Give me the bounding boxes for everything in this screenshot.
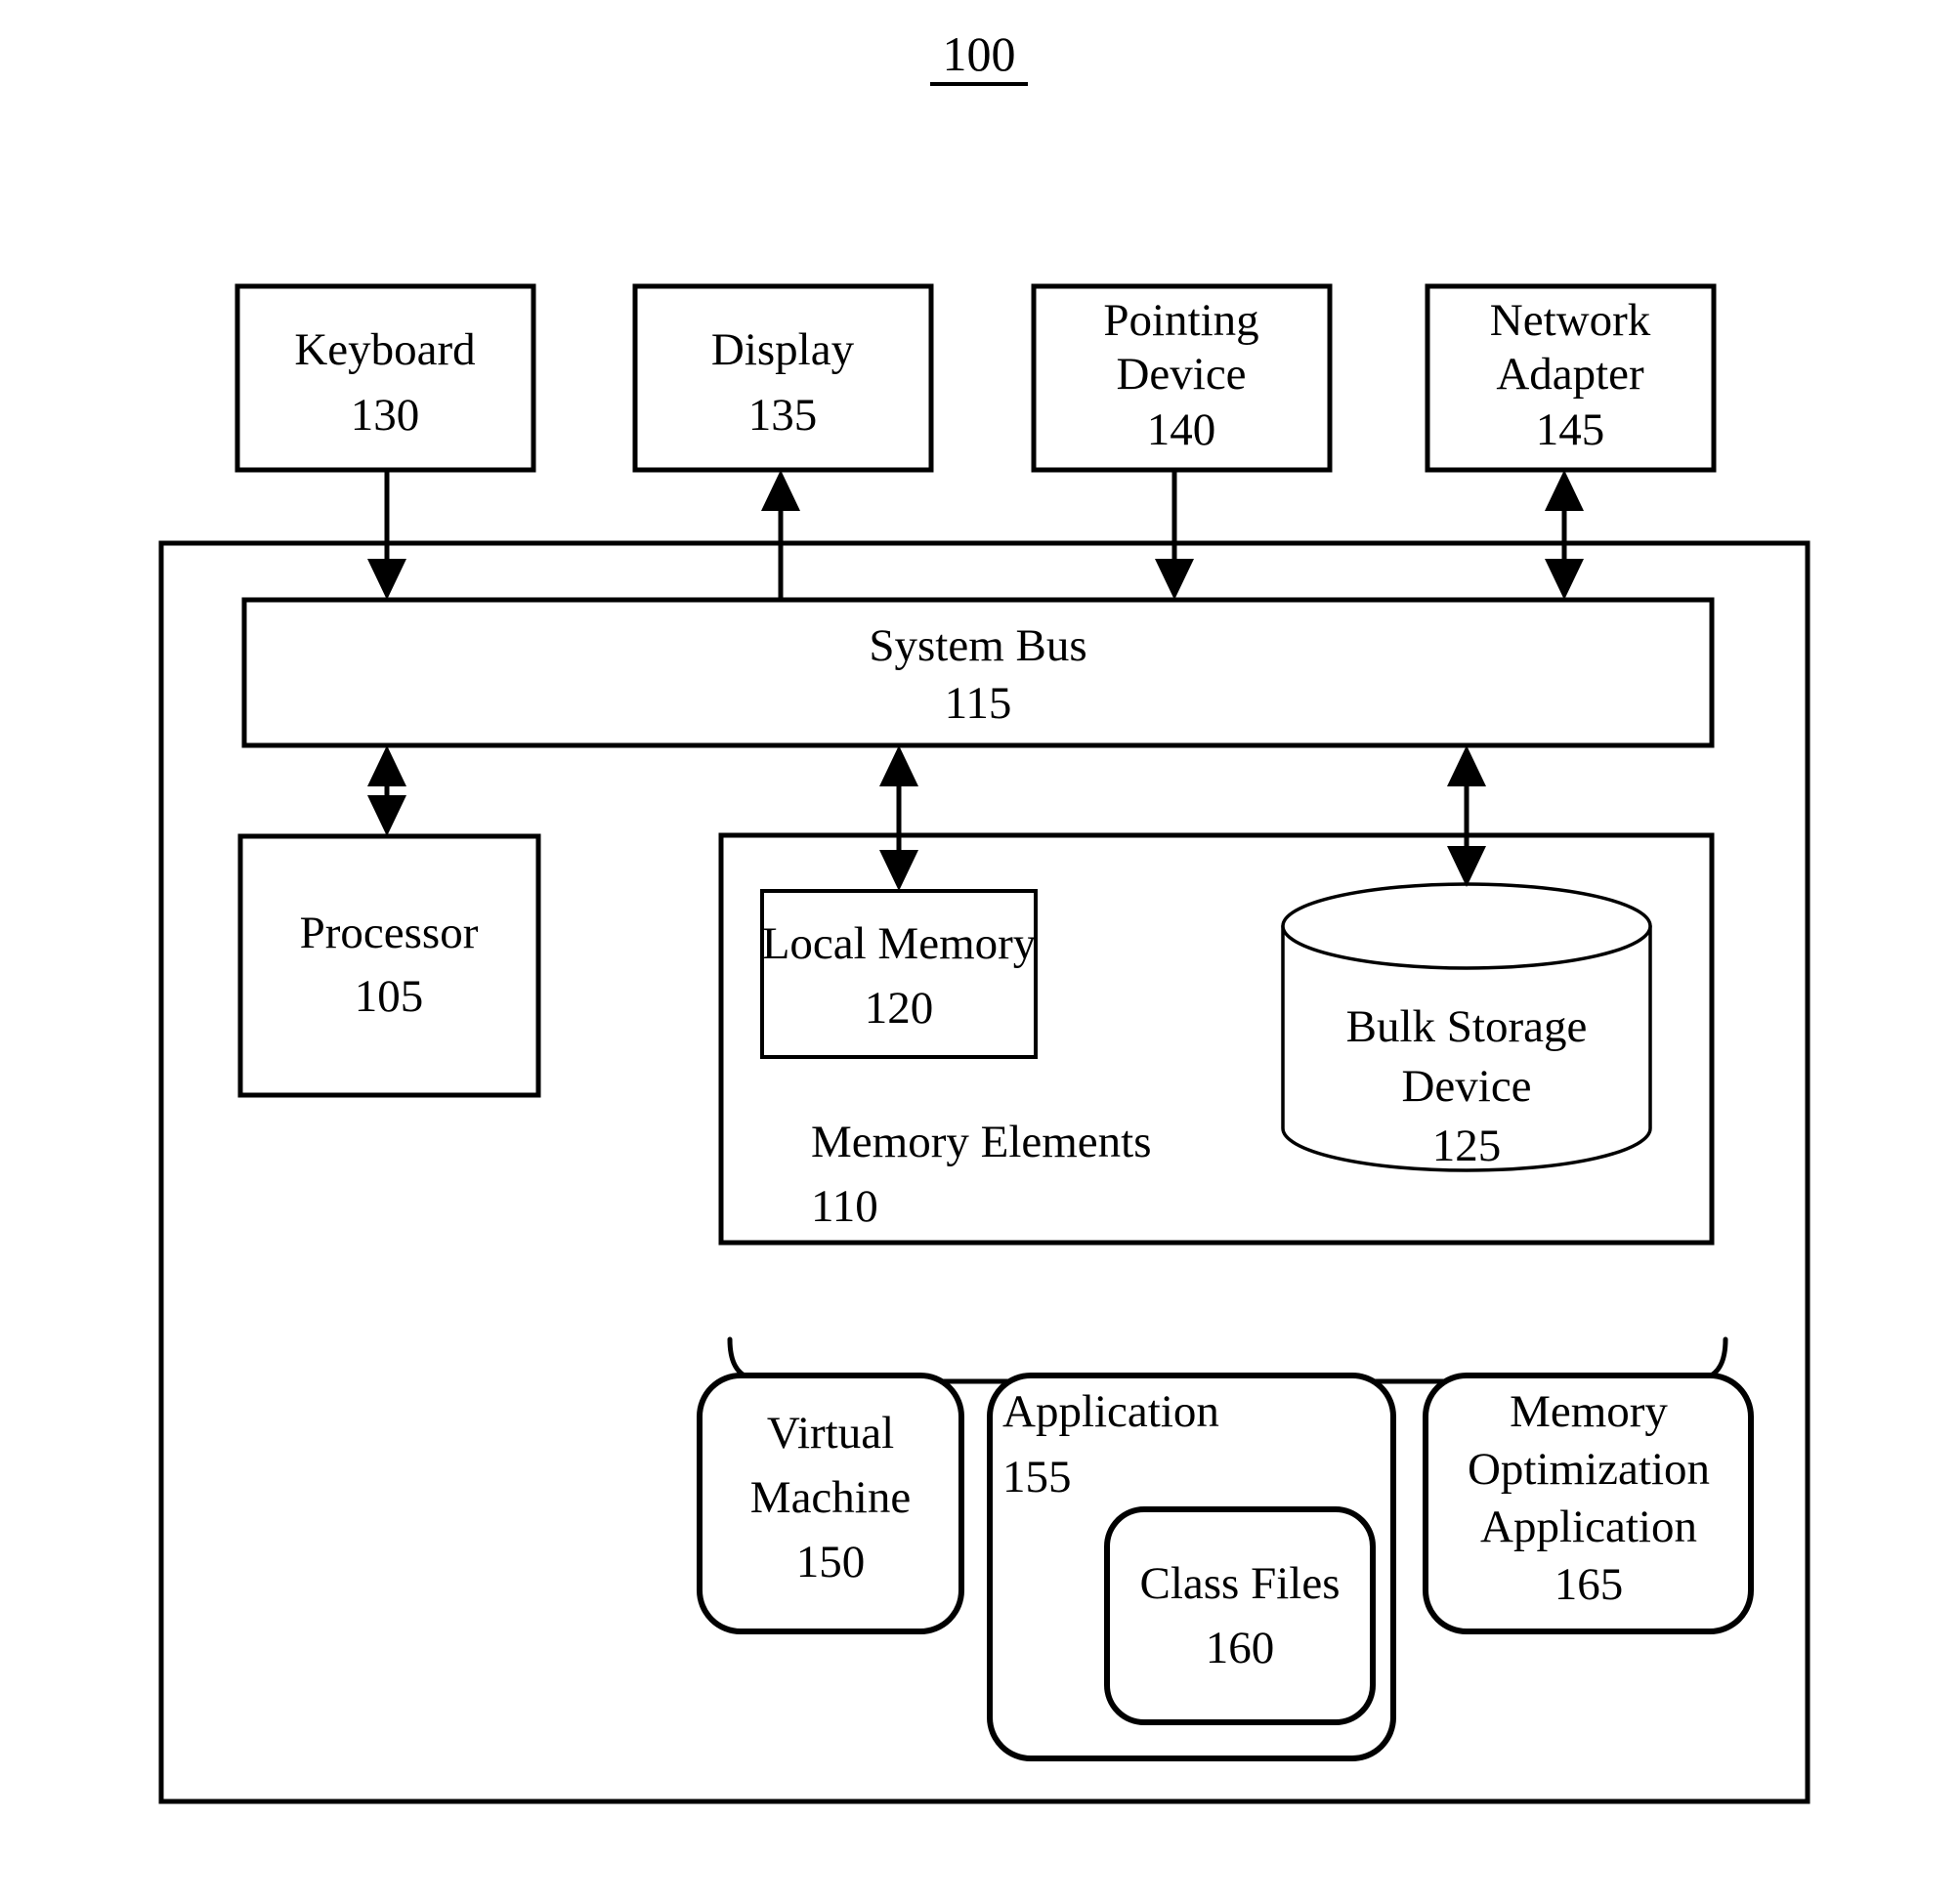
system-bus-group: System Bus 115 [241,597,1715,748]
memory-elements-ref: 110 [811,1181,878,1232]
application-ref: 155 [1002,1452,1072,1502]
local-memory-label: Local Memory [762,918,1037,969]
network-adapter-label-line2: Adapter [1496,349,1644,400]
class-files-box [1104,1506,1376,1725]
local-memory-ref: 120 [865,983,934,1034]
figure-number: 100 [943,26,1016,81]
software-application: Application 155 Class Files 160 [987,1373,1396,1761]
system-bus-ref: 115 [945,678,1012,729]
bulk-storage-ref: 125 [1432,1121,1502,1171]
class-files-label: Class Files [1139,1558,1340,1609]
processor-box [237,833,541,1098]
memory-optimization-label-line1: Memory [1510,1386,1668,1437]
memory-optimization-label-line3: Application [1480,1502,1697,1552]
network-adapter-arrowhead-up [1545,470,1584,511]
virtual-machine-ref: 150 [796,1537,866,1587]
pointing-device-ref: 140 [1147,404,1216,455]
display-arrowhead-up [761,470,800,511]
figure-canvas: 100 Keyboard 130 Display 135 Pointing De… [0,0,1959,1904]
network-adapter-ref: 145 [1536,404,1605,455]
virtual-machine-label-line2: Machine [750,1472,911,1523]
processor-label: Processor [300,908,479,958]
processor-ref: 105 [355,971,424,1022]
pointing-device-label-line2: Device [1116,349,1246,400]
memory-elements-label: Memory Elements [811,1117,1152,1167]
virtual-machine-label-line1: Virtual [767,1408,894,1459]
keyboard-label: Keyboard [294,324,475,375]
keyboard-ref: 130 [351,390,420,441]
display-ref: 135 [748,390,818,441]
system-architecture-diagram: 100 Keyboard 130 Display 135 Pointing De… [158,26,1810,1804]
display-box [632,283,934,473]
bulk-storage-label-line2: Device [1401,1061,1531,1112]
memory-optimization-ref: 165 [1554,1559,1624,1610]
bulk-storage-label-line1: Bulk Storage [1346,1001,1588,1052]
software-memory-optimization-application: Memory Optimization Application 165 [1423,1373,1754,1634]
system-bus-label: System Bus [869,620,1086,671]
class-files-ref: 160 [1206,1623,1275,1673]
application-label: Application [1002,1386,1219,1437]
software-virtual-machine: Virtual Machine 150 [697,1373,964,1634]
memory-optimization-label-line2: Optimization [1468,1444,1710,1495]
bulk-storage-top-ellipse [1281,882,1652,970]
keyboard-box [234,283,536,473]
network-adapter-label-line1: Network [1490,295,1651,346]
pointing-device-label-line1: Pointing [1103,295,1258,346]
display-label: Display [711,324,855,375]
figure-number-group: 100 [930,26,1028,86]
